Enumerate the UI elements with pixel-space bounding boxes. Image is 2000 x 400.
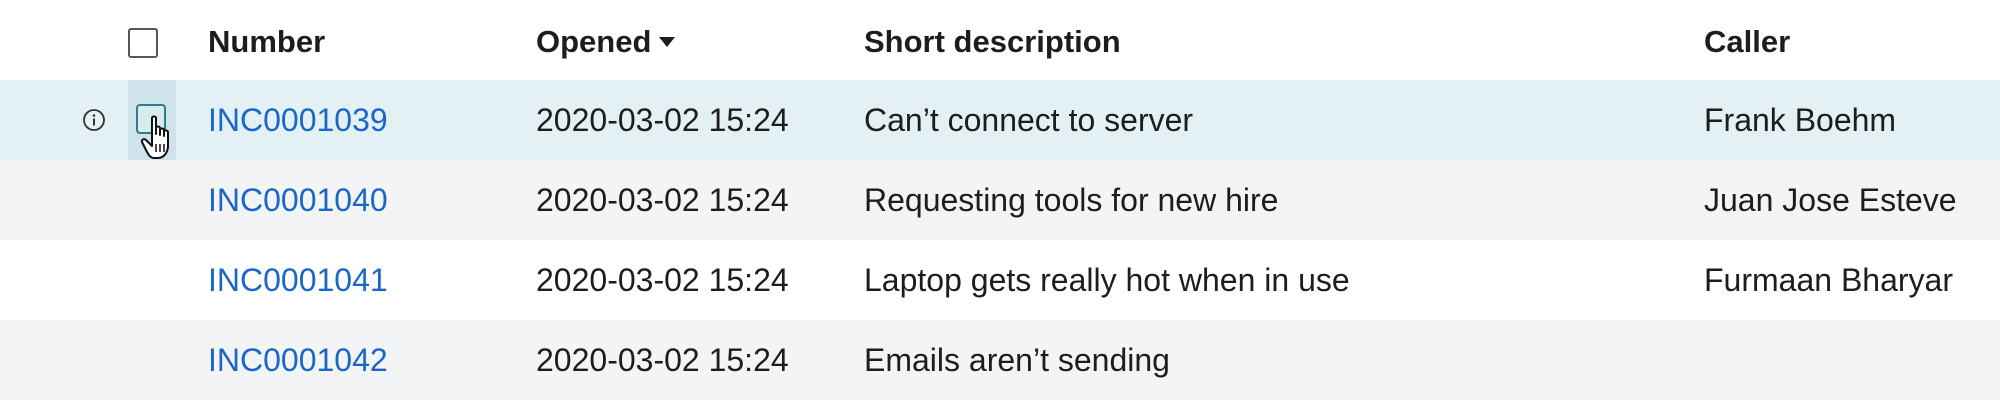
opened-date: 2020-03-02 15:24	[536, 342, 789, 378]
info-icon[interactable]	[82, 108, 106, 132]
table-row[interactable]: INC0001040 2020-03-02 15:24 Requesting t…	[0, 160, 2000, 240]
table-row[interactable]: INC0001039 2020-03-02 15:24 Can’t connec…	[0, 80, 2000, 160]
opened-date: 2020-03-02 15:24	[536, 182, 789, 218]
incident-number-link[interactable]: INC0001039	[208, 80, 388, 160]
incident-number-link[interactable]: INC0001040	[208, 160, 388, 240]
incident-list-table: Number Opened Short description Caller I…	[0, 0, 2000, 400]
table-row[interactable]: INC0001042 2020-03-02 15:24 Emails aren’…	[0, 320, 2000, 400]
opened-date: 2020-03-02 15:24	[536, 262, 789, 298]
caller-name: Juan Jose Esteve	[1704, 182, 1957, 218]
column-header-caller-label: Caller	[1704, 24, 1791, 59]
short-description: Requesting tools for new hire	[864, 182, 1279, 218]
column-header-caller[interactable]: Caller	[1704, 2, 1790, 82]
caller-name: Furmaan Bharyar	[1704, 262, 1953, 298]
column-header-number[interactable]: Number	[208, 2, 325, 82]
column-header-opened-label: Opened	[536, 24, 652, 59]
column-header-short-description-label: Short description	[864, 24, 1121, 59]
short-description: Emails aren’t sending	[864, 342, 1170, 378]
sort-descending-icon[interactable]	[659, 36, 676, 47]
short-description: Laptop gets really hot when in use	[864, 262, 1350, 298]
opened-date: 2020-03-02 15:24	[536, 102, 789, 138]
hand-pointer-icon	[140, 115, 169, 159]
column-header-short-description[interactable]: Short description	[864, 2, 1121, 82]
incident-number-link[interactable]: INC0001041	[208, 240, 388, 320]
table-header-row: Number Opened Short description Caller	[0, 2, 2000, 82]
table-row[interactable]: INC0001041 2020-03-02 15:24 Laptop gets …	[0, 240, 2000, 320]
column-header-opened[interactable]: Opened	[536, 2, 676, 82]
incident-number-link[interactable]: INC0001042	[208, 320, 388, 400]
select-all-checkbox[interactable]	[128, 28, 158, 58]
short-description: Can’t connect to server	[864, 102, 1194, 138]
column-header-number-label: Number	[208, 24, 326, 59]
caller-name: Frank Boehm	[1704, 102, 1897, 138]
